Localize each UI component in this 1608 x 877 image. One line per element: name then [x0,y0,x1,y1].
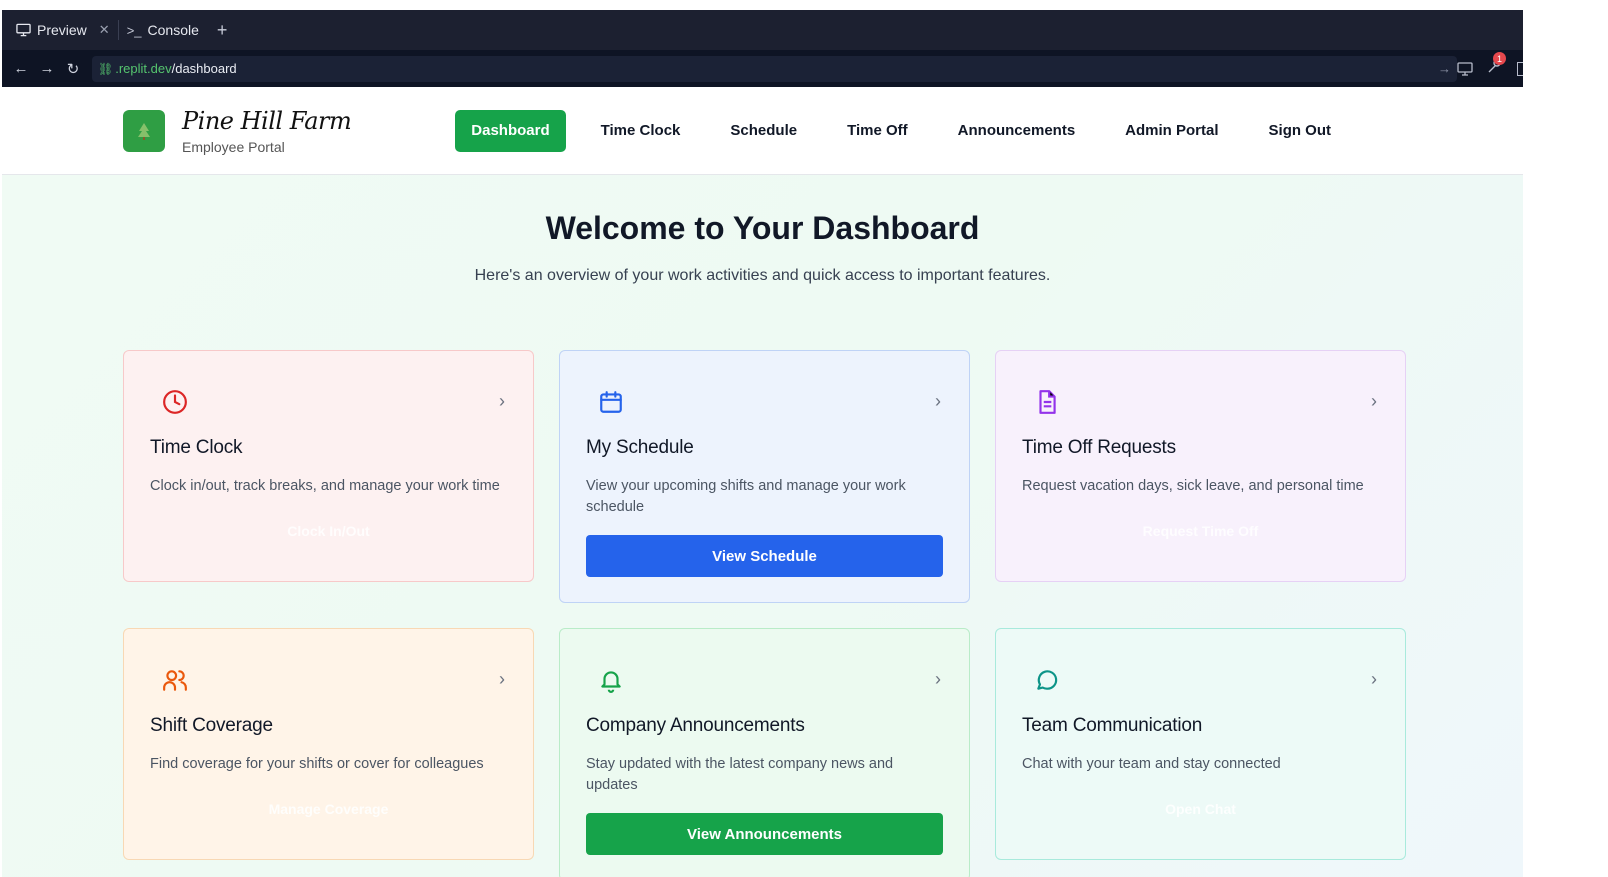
devices-icon[interactable] [1457,61,1473,76]
card-title: Team Communication [1022,715,1203,736]
nav-admin-portal[interactable]: Admin Portal [1109,110,1234,152]
brand: Pine Hill Farm Employee Portal [182,106,352,155]
card-time-off-requests[interactable]: › Time Off Requests Request vacation day… [995,350,1406,582]
back-icon[interactable]: ← [8,60,34,77]
card-title: Shift Coverage [150,715,273,736]
chevron-right-icon: › [935,391,941,411]
forward-icon[interactable]: → [34,60,60,77]
app-header: Pine Hill Farm Employee Portal Dashboard… [2,87,1523,175]
chevron-right-icon: › [935,669,941,689]
address-field[interactable]: ⛓ .replit.dev /dashboard → [92,55,1457,82]
main-content: Welcome to Your Dashboard Here's an over… [2,175,1523,877]
link-icon: ⛓ [98,61,114,76]
page-title: Welcome to Your Dashboard [545,210,980,246]
card-title: Time Clock [150,437,243,458]
nav-sign-out[interactable]: Sign Out [1253,110,1348,152]
card-action-button[interactable]: Manage Coverage [150,801,507,817]
chevron-right-icon: › [499,669,505,689]
card-title: Company Announcements [586,715,805,736]
card-company-announcements[interactable]: › Company Announcements Stay updated wit… [559,628,970,877]
view-schedule-button[interactable]: View Schedule [586,535,943,577]
terminal-icon: >_ [126,22,142,38]
nav-time-off[interactable]: Time Off [831,110,924,152]
reload-icon[interactable]: ↻ [60,60,86,78]
tab-label: Preview [37,22,87,38]
new-tab-icon[interactable]: + [217,20,228,41]
nav-schedule[interactable]: Schedule [714,110,813,152]
card-time-clock[interactable]: › Time Clock Clock in/out, track breaks,… [123,350,534,582]
card-title: My Schedule [586,437,694,458]
users-icon [163,670,187,691]
bell-icon [601,671,621,693]
card-action-button[interactable]: Open Chat [1022,801,1379,817]
card-description: Find coverage for your shifts or cover f… [150,756,484,772]
card-my-schedule[interactable]: › My Schedule View your upcoming shifts … [559,350,970,603]
card-description: View your upcoming shifts and manage you… [586,478,906,515]
view-announcements-button[interactable]: View Announcements [586,813,943,855]
card-shift-coverage[interactable]: › Shift Coverage Find coverage for your … [123,628,534,860]
card-description: Request vacation days, sick leave, and p… [1022,478,1364,494]
chevron-right-icon: › [1371,669,1377,689]
chevron-right-icon: › [499,391,505,411]
clock-icon [163,390,187,414]
card-title: Time Off Requests [1022,437,1176,458]
open-external-icon[interactable]: → [1438,61,1451,76]
browser-tab-bar: Preview ✕ >_ Console + [2,10,1523,50]
chat-icon [1037,670,1058,690]
card-action-button[interactable]: Request Time Off [1022,523,1379,539]
brand-subtitle: Employee Portal [182,138,285,155]
tree-icon [138,122,150,140]
main-nav: Dashboard Time Clock Schedule Time Off A… [455,109,1348,152]
url-path: /dashboard [171,61,237,76]
url-domain: .replit.dev [115,61,172,76]
tab-preview[interactable]: Preview ✕ [8,10,118,50]
nav-dashboard[interactable]: Dashboard [455,109,566,152]
card-action-button[interactable]: Clock In/Out [150,523,507,539]
card-description: Stay updated with the latest company new… [586,756,894,793]
tab-console[interactable]: >_ Console [119,10,207,50]
brand-name: Pine Hill Farm [182,106,352,135]
url-bar-row: ← → ↻ ⛓ .replit.dev /dashboard → 1 [2,50,1523,87]
devtools-button[interactable]: 1 [1487,52,1506,79]
close-tab-icon[interactable]: ✕ [99,22,110,38]
panel-icon[interactable] [1517,61,1523,76]
notification-badge: 1 [1493,52,1506,65]
nav-time-clock[interactable]: Time Clock [585,110,697,152]
card-description: Clock in/out, track breaks, and manage y… [150,478,500,494]
card-description: Chat with your team and stay connected [1022,756,1281,772]
chevron-right-icon: › [1371,391,1377,411]
card-team-communication[interactable]: › Team Communication Chat with your team… [995,628,1406,860]
tab-label: Console [147,22,199,38]
page-lead: Here's an overview of your work activiti… [474,267,1051,284]
nav-announcements[interactable]: Announcements [942,110,1092,152]
calendar-icon [600,391,622,413]
monitor-icon [16,23,31,37]
document-icon [1039,390,1056,414]
logo[interactable] [123,109,165,152]
